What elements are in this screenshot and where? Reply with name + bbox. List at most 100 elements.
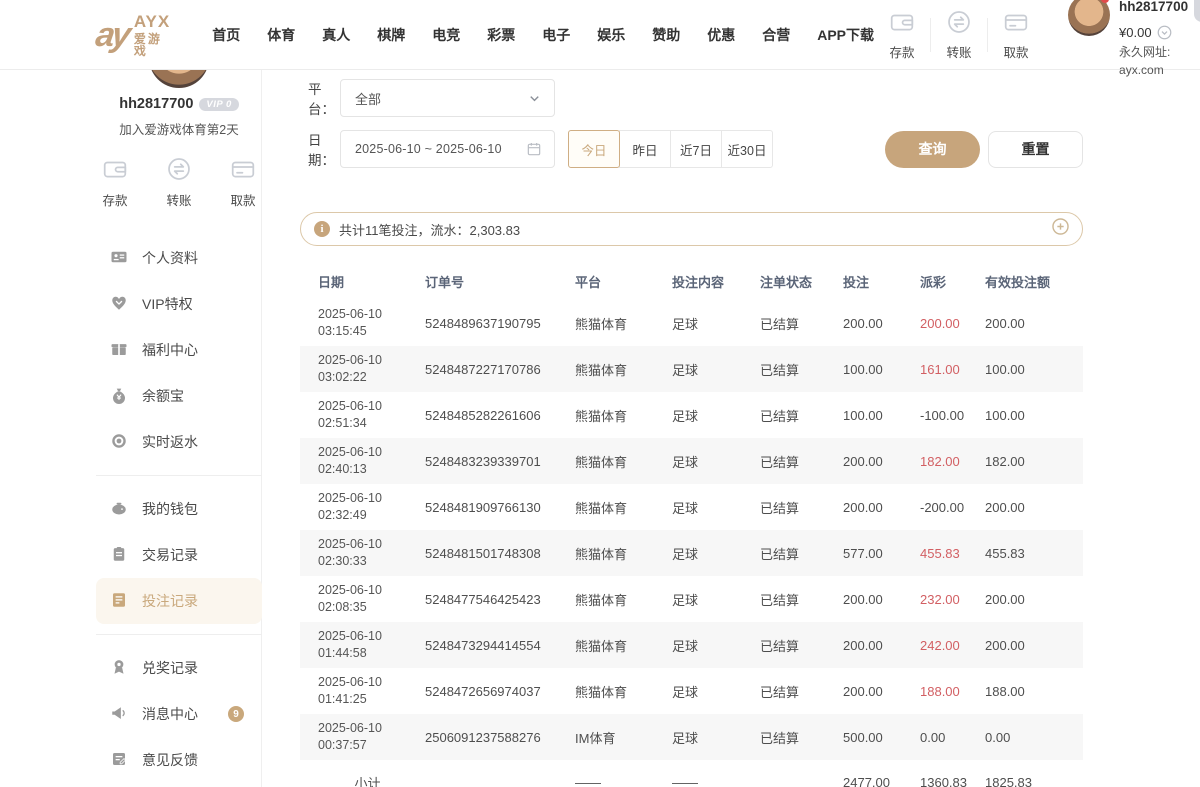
table-cell: 100.00 — [843, 362, 920, 377]
range-button-今日[interactable]: 今日 — [568, 130, 620, 168]
header-action-转账[interactable]: 转账 — [931, 9, 987, 61]
table-cell: 足球 — [672, 590, 760, 609]
divider — [96, 475, 262, 476]
expand-plus-icon[interactable] — [1051, 217, 1070, 241]
table-cell: 2025-06-1003:02:22 — [318, 352, 425, 386]
sidebar-item-个人资料[interactable]: 个人资料 — [96, 235, 262, 281]
sidebar-item-意见反馈[interactable]: 意见反馈 — [96, 737, 262, 783]
logo-monogram-icon: ay — [93, 16, 130, 55]
header-user[interactable]: hh2817700 VIP 0 ¥0.00 永久网址: ayx.com — [1068, 0, 1200, 79]
table-cell: 1825.83 — [985, 775, 1083, 787]
table-cell: 100.00 — [843, 408, 920, 423]
table-cell: 熊猫体育 — [575, 360, 672, 379]
table-cell: 2025-06-1002:08:35 — [318, 582, 425, 616]
summary-text: 共计11笔投注，流水：2,303.83 — [339, 220, 520, 239]
sidebar-item-福利中心[interactable]: 福利中心 — [96, 327, 262, 373]
table-cell: 0.00 — [985, 730, 1083, 745]
header-quick-actions: 存款转账取款 — [874, 9, 1044, 61]
welfare-icon — [110, 340, 128, 361]
table-cell: 熊猫体育 — [575, 636, 672, 655]
nav-item-APP下载[interactable]: APP下载 — [817, 25, 874, 45]
table-cell: 熊猫体育 — [575, 498, 672, 517]
avatar[interactable] — [1068, 0, 1110, 36]
sidebar: hh2817700 VIP 0 加入爱游戏体育第2天 存款转账取款 个人资料VI… — [0, 70, 262, 787]
notification-dot-icon — [1101, 0, 1109, 3]
table-cell: 161.00 — [920, 362, 985, 377]
column-header-日期: 日期 — [318, 272, 425, 291]
table-cell: 455.83 — [920, 546, 985, 561]
nav-item-电子[interactable]: 电子 — [542, 25, 570, 45]
table-cell: 足球 — [672, 682, 760, 701]
table-cell: -200.00 — [920, 500, 985, 515]
rebate-icon — [110, 432, 128, 453]
column-header-投注: 投注 — [843, 272, 920, 291]
query-button[interactable]: 查询 — [885, 131, 980, 168]
card-icon — [1003, 9, 1029, 40]
table-cell: 200.00 — [985, 638, 1083, 653]
nav-item-电竞[interactable]: 电竞 — [432, 25, 460, 45]
table-cell: 2506091237588276 — [425, 730, 575, 745]
table-cell: 熊猫体育 — [575, 406, 672, 425]
sidebar-item-投注记录[interactable]: 投注记录 — [96, 578, 262, 624]
sidebar-item-交易记录[interactable]: 交易记录 — [96, 532, 262, 578]
table-cell: 200.00 — [985, 592, 1083, 607]
range-button-近7日[interactable]: 近7日 — [670, 130, 722, 168]
table-cell: 足球 — [672, 636, 760, 655]
nav-item-赞助[interactable]: 赞助 — [652, 25, 680, 45]
page: ay AYX 爱游戏 首页 体育 真人 棋牌 电竞 彩票 电子 娱乐 赞助 优惠 合营 APP下载 存… — [0, 0, 1200, 787]
main-nav: 首页 体育 真人 棋牌 电竞 彩票 电子 娱乐 赞助 优惠 合营 APP下载 — [212, 25, 874, 45]
nav-item-优惠[interactable]: 优惠 — [707, 25, 735, 45]
table-cell: 200.00 — [985, 316, 1083, 331]
sidebar-item-消息中心[interactable]: 消息中心9 — [96, 691, 262, 737]
table-cell: 2477.00 — [843, 775, 920, 787]
sidebar-item-VIP特权[interactable]: VIP特权 — [96, 281, 262, 327]
logo-text: AYX 爱游戏 — [134, 13, 170, 57]
logo[interactable]: ay AYX 爱游戏 — [96, 13, 170, 57]
platform-select[interactable]: 全部 — [340, 79, 555, 117]
sidebar-item-兑奖记录[interactable]: 兑奖记录 — [96, 645, 262, 691]
sidebar-item-余额宝[interactable]: 余额宝 — [96, 373, 262, 419]
table-cell: IM体育 — [575, 728, 672, 747]
nav-item-娱乐[interactable]: 娱乐 — [597, 25, 625, 45]
records-panel: i 共计11笔投注，流水：2,303.83 日期订单号平台投注内容注单状态投注派… — [300, 212, 1083, 787]
sidebar-vip-badge: VIP 0 — [199, 98, 238, 111]
nav-item-真人[interactable]: 真人 — [322, 25, 350, 45]
transactions-icon — [110, 545, 128, 566]
nav-item-棋牌[interactable]: 棋牌 — [377, 25, 405, 45]
range-button-近30日[interactable]: 近30日 — [721, 130, 773, 168]
nav-item-首页[interactable]: 首页 — [212, 25, 240, 45]
nav-item-体育[interactable]: 体育 — [267, 25, 295, 45]
sidebar-item-实时返水[interactable]: 实时返水 — [96, 419, 262, 465]
column-header-派彩: 派彩 — [920, 272, 985, 291]
wallet-icon — [889, 9, 915, 40]
sidebar-action-转账[interactable]: 转账 — [166, 156, 192, 209]
chevron-down-circle-icon[interactable] — [1157, 25, 1172, 40]
nav-item-合营[interactable]: 合营 — [762, 25, 790, 45]
reset-button[interactable]: 重置 — [988, 131, 1083, 168]
subtotal-row: 小计————2477.001360.831825.83 — [300, 760, 1083, 787]
table-cell: 足球 — [672, 452, 760, 471]
table-cell: 已结算 — [760, 360, 843, 379]
table-cell: 2025-06-1002:51:34 — [318, 398, 425, 432]
table-cell: 2025-06-1000:37:57 — [318, 720, 425, 754]
table-cell: 熊猫体育 — [575, 682, 672, 701]
nav-item-彩票[interactable]: 彩票 — [487, 25, 515, 45]
header-action-取款[interactable]: 取款 — [988, 9, 1044, 61]
sidebar-action-取款[interactable]: 取款 — [230, 156, 256, 209]
user-info: hh2817700 VIP 0 ¥0.00 永久网址: ayx.com — [1119, 0, 1200, 79]
date-range-input[interactable]: 2025-06-10 ~ 2025-06-10 — [340, 130, 555, 168]
table-cell: -100.00 — [920, 408, 985, 423]
summary-bar: i 共计11笔投注，流水：2,303.83 — [300, 212, 1083, 246]
date-quick-ranges: 今日昨日近7日近30日 — [568, 130, 773, 168]
table-cell: 200.00 — [843, 500, 920, 515]
transfer-icon — [946, 9, 972, 40]
range-button-昨日[interactable]: 昨日 — [619, 130, 671, 168]
table-cell: 2025-06-1002:32:49 — [318, 490, 425, 524]
sidebar-username: hh2817700 — [119, 96, 193, 112]
header-action-存款[interactable]: 存款 — [874, 9, 930, 61]
sidebar-item-我的钱包[interactable]: 我的钱包 — [96, 486, 262, 532]
sidebar-action-存款[interactable]: 存款 — [102, 156, 128, 209]
table-cell: 242.00 — [920, 638, 985, 653]
column-header-平台: 平台 — [575, 272, 672, 291]
vip-badge: VIP 0 — [1194, 0, 1200, 22]
